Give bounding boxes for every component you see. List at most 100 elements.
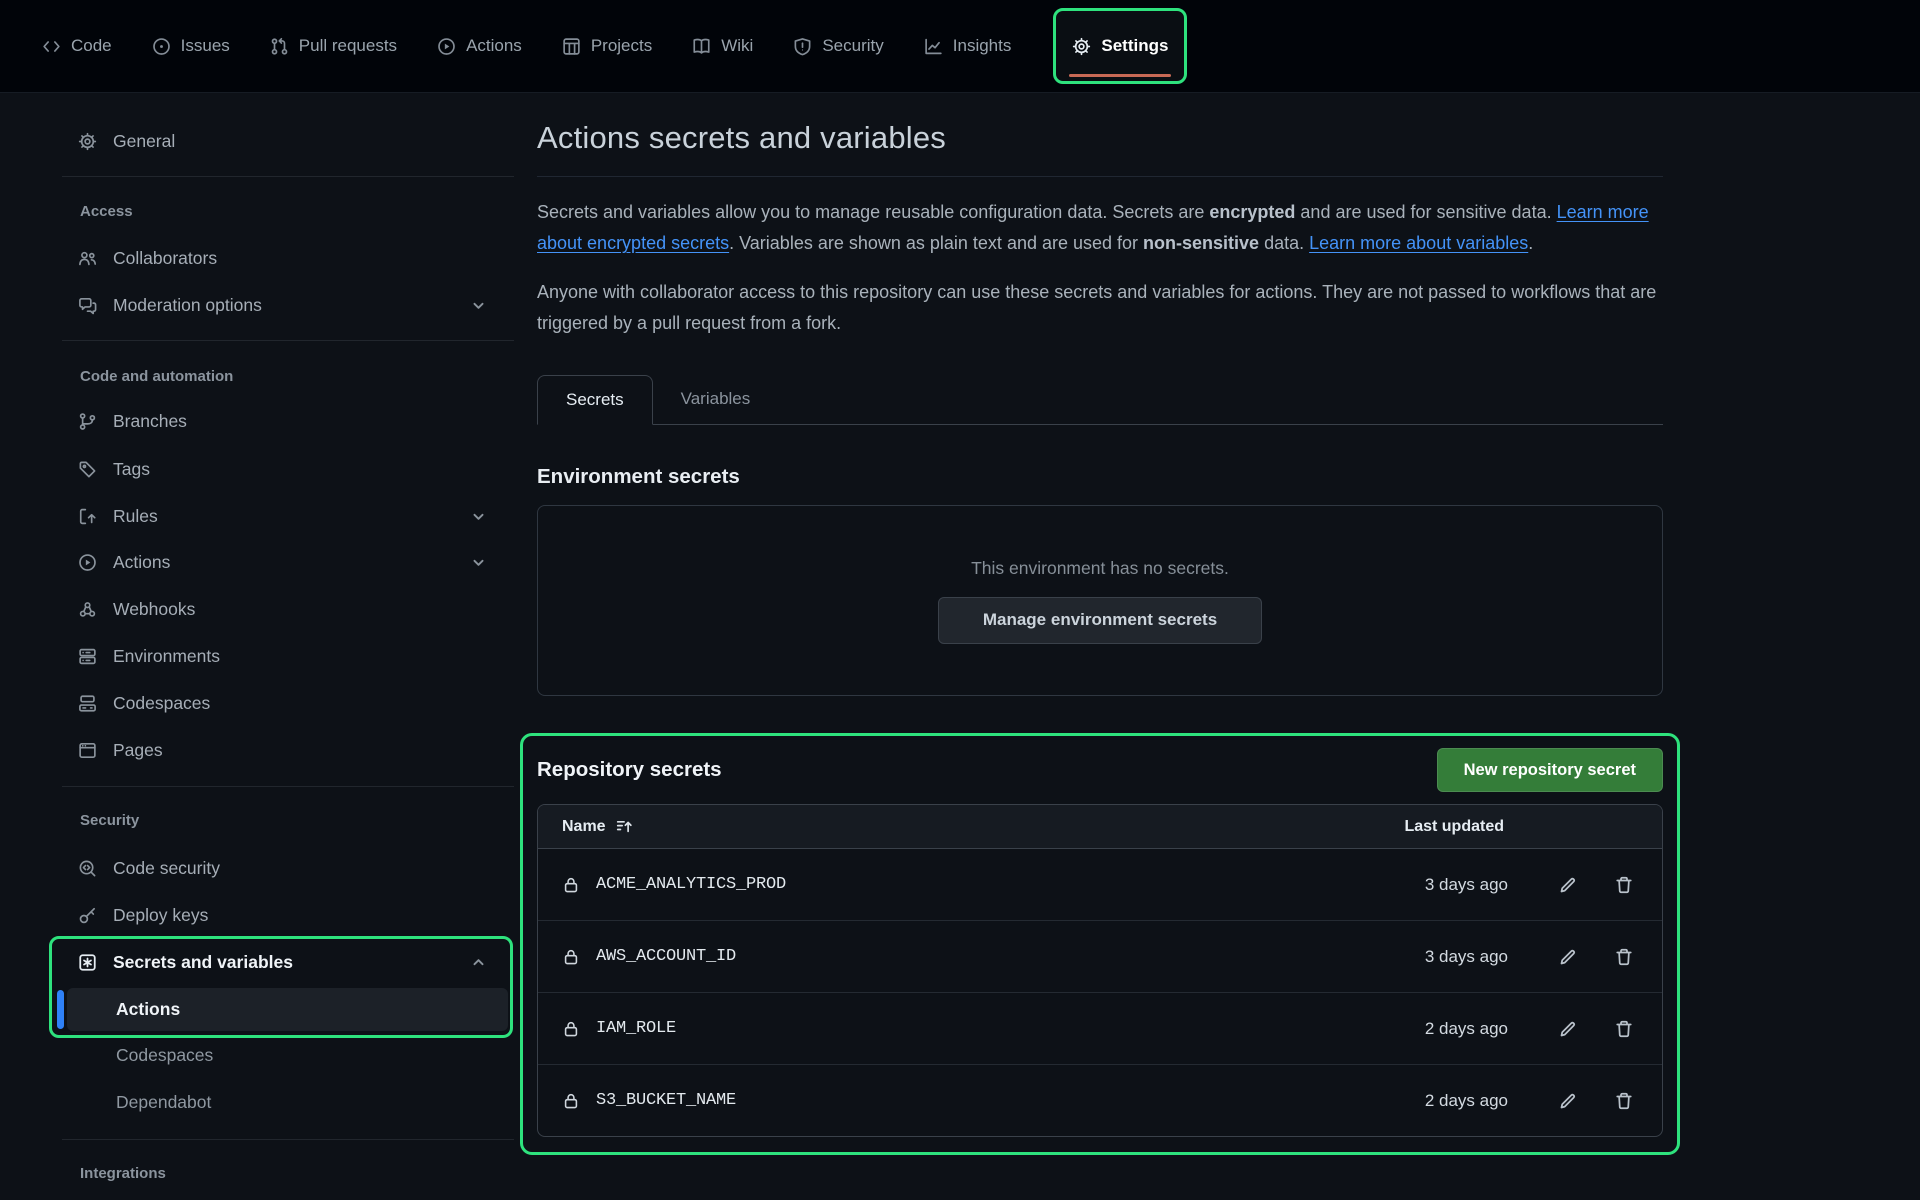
sort-ascending-icon[interactable] bbox=[616, 818, 633, 835]
tab-pull-requests[interactable]: Pull requests bbox=[270, 36, 397, 56]
sidebar-item-label: Branches bbox=[113, 411, 187, 432]
tab-security[interactable]: Security bbox=[793, 36, 883, 56]
secret-name: S3_BUCKET_NAME bbox=[596, 1091, 736, 1110]
tab-label: Wiki bbox=[721, 36, 753, 56]
secret-last-updated: 3 days ago bbox=[1425, 875, 1508, 895]
description-text: Secrets and variables allow you to manag… bbox=[537, 202, 1209, 222]
sidebar-section-integrations: Integrations bbox=[62, 1154, 514, 1192]
sidebar-divider bbox=[62, 786, 514, 787]
annotation-repository-secrets-highlight: Repository secrets New repository secret… bbox=[520, 733, 1680, 1155]
table-row: IAM_ROLE 2 days ago bbox=[538, 992, 1662, 1064]
edit-secret-pencil-icon[interactable] bbox=[1558, 947, 1578, 967]
tab-projects[interactable]: Projects bbox=[562, 36, 652, 56]
tab-label: Code bbox=[71, 36, 112, 56]
sidebar-item-general[interactable]: General bbox=[62, 122, 514, 160]
tab-issues[interactable]: Issues bbox=[152, 36, 230, 56]
description-bold-encrypted: encrypted bbox=[1209, 202, 1295, 222]
sidebar-divider bbox=[62, 176, 514, 177]
sidebar-item-actions[interactable]: Actions bbox=[62, 543, 514, 581]
sidebar-item-tags[interactable]: Tags bbox=[62, 450, 514, 488]
chevron-up-icon bbox=[470, 954, 487, 971]
tab-code[interactable]: Code bbox=[42, 36, 112, 56]
table-row: S3_BUCKET_NAME 2 days ago bbox=[538, 1064, 1662, 1136]
new-repository-secret-button[interactable]: New repository secret bbox=[1437, 748, 1663, 792]
settings-sidebar: General Access Collaborators Moderation … bbox=[62, 92, 514, 1200]
sidebar-subitem-actions[interactable]: Actions bbox=[67, 988, 508, 1031]
settings-page: Code Issues Pull requests Actions Projec… bbox=[0, 0, 1920, 1200]
tab-secrets[interactable]: Secrets bbox=[537, 375, 653, 425]
sidebar-item-code-security[interactable]: Code security bbox=[62, 849, 514, 887]
title-divider bbox=[537, 176, 1663, 177]
tag-icon bbox=[78, 460, 97, 479]
sidebar-item-webhooks[interactable]: Webhooks bbox=[62, 590, 514, 628]
sidebar-item-collaborators[interactable]: Collaborators bbox=[62, 239, 514, 277]
sidebar-item-rules[interactable]: Rules bbox=[62, 497, 514, 535]
sidebar-item-label: Dependabot bbox=[116, 1092, 211, 1113]
lock-icon bbox=[562, 1020, 580, 1038]
chevron-down-icon bbox=[470, 508, 487, 525]
webhook-icon bbox=[78, 600, 97, 619]
sidebar-section-code-and-automation: Code and automation bbox=[62, 357, 514, 395]
chevron-down-icon bbox=[470, 554, 487, 571]
sidebar-divider bbox=[62, 340, 514, 341]
sidebar-item-pages[interactable]: Pages bbox=[62, 731, 514, 769]
delete-secret-trash-icon[interactable] bbox=[1614, 875, 1634, 895]
delete-secret-trash-icon[interactable] bbox=[1614, 1091, 1634, 1111]
edit-secret-pencil-icon[interactable] bbox=[1558, 875, 1578, 895]
sidebar-item-moderation-options[interactable]: Moderation options bbox=[62, 286, 514, 324]
secret-name: ACME_ANALYTICS_PROD bbox=[596, 875, 786, 894]
sidebar-item-label: Code security bbox=[113, 858, 220, 879]
tab-label: Settings bbox=[1101, 36, 1168, 56]
edit-secret-pencil-icon[interactable] bbox=[1558, 1091, 1578, 1111]
sidebar-item-label: Codespaces bbox=[113, 693, 210, 714]
description-text: . bbox=[1528, 233, 1533, 253]
sidebar-item-codespaces[interactable]: Codespaces bbox=[62, 684, 514, 722]
secret-last-updated: 2 days ago bbox=[1425, 1091, 1508, 1111]
page-title: Actions secrets and variables bbox=[537, 120, 1663, 156]
repo-nav: Code Issues Pull requests Actions Projec… bbox=[0, 0, 1920, 93]
delete-secret-trash-icon[interactable] bbox=[1614, 1019, 1634, 1039]
description-text: and are used for sensitive data. bbox=[1295, 202, 1556, 222]
sidebar-item-label: Actions bbox=[116, 999, 180, 1020]
table-icon bbox=[562, 37, 581, 56]
environment-empty-message: This environment has no secrets. bbox=[971, 558, 1229, 579]
tab-label: Insights bbox=[953, 36, 1012, 56]
git-pull-request-icon bbox=[270, 37, 289, 56]
sidebar-item-environments[interactable]: Environments bbox=[62, 637, 514, 675]
code-icon bbox=[42, 37, 61, 56]
sidebar-item-branches[interactable]: Branches bbox=[62, 402, 514, 440]
table-header-row: Name Last updated bbox=[538, 805, 1662, 849]
rules-icon bbox=[78, 507, 97, 526]
play-icon bbox=[78, 553, 97, 572]
sidebar-subitem-codespaces[interactable]: Codespaces bbox=[62, 1036, 514, 1074]
shield-icon bbox=[793, 37, 812, 56]
tab-settings[interactable]: Settings bbox=[1072, 36, 1168, 56]
active-item-accent-bar bbox=[57, 990, 64, 1029]
sidebar-subitem-dependabot[interactable]: Dependabot bbox=[62, 1083, 514, 1121]
tab-label: Projects bbox=[591, 36, 652, 56]
description-text: data. bbox=[1259, 233, 1309, 253]
sidebar-divider bbox=[62, 1139, 514, 1140]
sidebar-item-label: Tags bbox=[113, 459, 150, 480]
secret-last-updated: 3 days ago bbox=[1425, 947, 1508, 967]
sidebar-item-label: Deploy keys bbox=[113, 905, 208, 926]
sidebar-item-label: Moderation options bbox=[113, 295, 262, 316]
learn-more-variables-link[interactable]: Learn more about variables bbox=[1309, 233, 1528, 253]
graph-icon bbox=[924, 37, 943, 56]
tab-actions[interactable]: Actions bbox=[437, 36, 522, 56]
manage-environment-secrets-button[interactable]: Manage environment secrets bbox=[938, 597, 1262, 644]
sidebar-item-deploy-keys[interactable]: Deploy keys bbox=[62, 896, 514, 934]
description-bold-non-sensitive: non-sensitive bbox=[1143, 233, 1259, 253]
edit-secret-pencil-icon[interactable] bbox=[1558, 1019, 1578, 1039]
tab-label: Pull requests bbox=[299, 36, 397, 56]
people-icon bbox=[78, 249, 97, 268]
delete-secret-trash-icon[interactable] bbox=[1614, 947, 1634, 967]
sidebar-item-label: Codespaces bbox=[116, 1045, 213, 1066]
lock-icon bbox=[562, 1092, 580, 1110]
key-icon bbox=[78, 906, 97, 925]
tab-insights[interactable]: Insights bbox=[924, 36, 1012, 56]
sidebar-item-secrets-and-variables[interactable]: Secrets and variables bbox=[62, 943, 514, 981]
tab-label: Actions bbox=[466, 36, 522, 56]
tab-variables[interactable]: Variables bbox=[653, 375, 779, 424]
tab-wiki[interactable]: Wiki bbox=[692, 36, 753, 56]
